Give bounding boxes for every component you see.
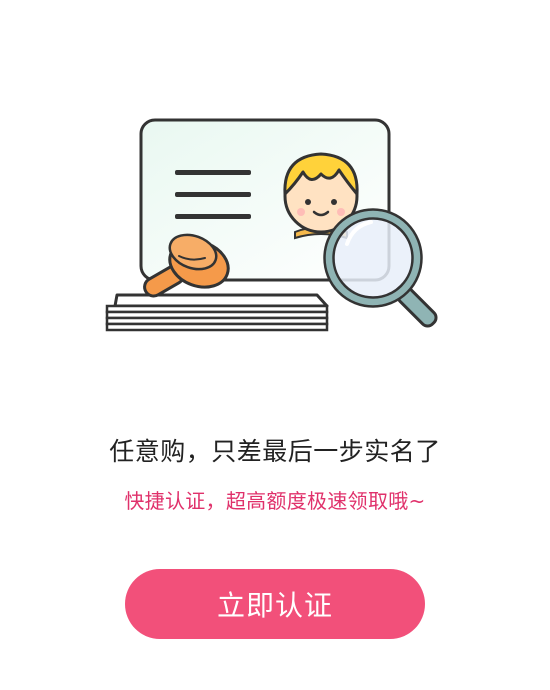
verify-now-button[interactable]: 立即认证 (125, 569, 425, 639)
id-card-verification-icon (105, 118, 438, 332)
verification-subline: 快捷认证，超高额度极速领取哦~ (124, 489, 426, 513)
magnifier-icon (323, 208, 438, 328)
verification-modal: 任意购，只差最后一步实名了 快捷认证，超高额度极速领取哦~ 立即认证 (0, 0, 550, 690)
paper-stack-icon (105, 293, 329, 332)
verification-headline: 任意购，只差最后一步实名了 (109, 437, 441, 466)
